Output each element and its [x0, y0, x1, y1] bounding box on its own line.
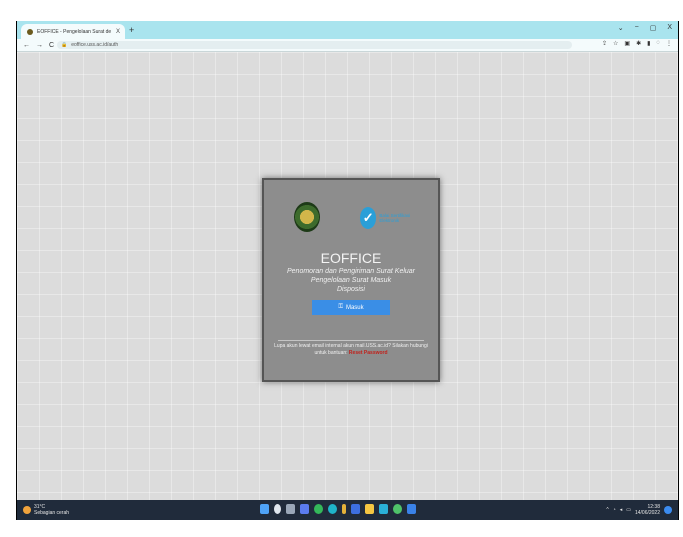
system-tray: ^ ◔ ◂ ▭ 12:38 14/06/2022 [606, 504, 672, 516]
menu-icon[interactable]: ⋮ [666, 40, 672, 47]
back-button[interactable]: ← [23, 42, 30, 49]
chrome-icon[interactable] [314, 504, 323, 514]
login-button-label: Masuk [345, 304, 364, 311]
edge-icon[interactable] [328, 504, 337, 514]
page-viewport: ✓ Balai Sertifikasi Elektronik EOFFICE P… [17, 52, 678, 500]
tab-close-button[interactable]: X [116, 29, 120, 35]
battery-icon[interactable]: ▭ [626, 507, 631, 513]
bookmark-star-icon[interactable]: ☆ [613, 40, 618, 47]
sun-icon [23, 506, 31, 514]
tab-strip: EOFFICE - Pengelolaan Surat de X + ⌄ − ▢… [17, 21, 678, 39]
taskbar-apps [260, 504, 416, 514]
subtitle-line: Penomoran dan Pengiriman Surat Keluar [286, 268, 416, 275]
sidepanel-icon[interactable]: ▮ [647, 40, 650, 47]
puzzle-icon[interactable]: ✱ [636, 40, 641, 47]
settings-icon[interactable] [407, 504, 416, 514]
weather-widget[interactable]: 31°C Sebagian cerah [23, 504, 69, 516]
bsre-logo: ✓ Balai Sertifikasi Elektronik [360, 204, 418, 232]
profile-icon[interactable]: ◌ [656, 40, 660, 47]
close-window-button[interactable]: X [667, 24, 672, 32]
subtitle-line: Pengelolaan Surat Masuk [310, 277, 392, 284]
speaker-icon[interactable]: ◂ [620, 507, 623, 513]
wifi-icon[interactable]: ◔ [613, 507, 616, 513]
app-subtitle: Penomoran dan Pengiriman Surat Keluar Pe… [264, 267, 438, 294]
maximize-button[interactable]: ▢ [650, 24, 657, 32]
tab-title: EOFFICE - Pengelolaan Surat de [37, 28, 112, 35]
mail-icon[interactable] [379, 504, 388, 514]
whatsapp-icon[interactable] [393, 504, 402, 514]
clock-date: 14/06/2022 [634, 510, 660, 516]
weather-desc: Sebagian cerah [34, 510, 70, 516]
browser-window: EOFFICE - Pengelolaan Surat de X + ⌄ − ▢… [16, 21, 679, 520]
store-icon[interactable] [351, 504, 360, 514]
browser-toolbar: ← → C 🔒 eoffice.uss.ac.id/auth ⇪ ☆ ▣ ✱ ▮… [17, 39, 678, 52]
window-controls: ⌄ − ▢ X [618, 24, 672, 32]
key-icon: ⚿ [338, 304, 343, 310]
search-icon[interactable] [274, 504, 281, 514]
subtitle-line: Disposisi [336, 286, 365, 293]
forgot-account-text: Lupa akun lewat email internal akun mail… [274, 343, 428, 357]
taskbar: 31°C Sebagian cerah ^ ◔ ◂ ▭ 12:38 14/06/… [17, 500, 678, 520]
divider [278, 340, 424, 341]
institution-seal-logo [294, 202, 320, 232]
logo-row: ✓ Balai Sertifikasi Elektronik [264, 200, 438, 234]
bsre-logo-text: Balai Sertifikasi Elektronik [379, 212, 411, 224]
browser-tab[interactable]: EOFFICE - Pengelolaan Surat de X [21, 24, 125, 39]
notification-icon[interactable] [664, 506, 672, 514]
reload-button[interactable]: C [49, 42, 54, 49]
forward-button[interactable]: → [36, 42, 43, 49]
file-explorer-icon[interactable] [365, 504, 374, 514]
minimize-button[interactable]: − [635, 24, 639, 32]
chevron-up-icon[interactable]: ^ [606, 507, 608, 513]
extension-icon[interactable]: ▣ [624, 40, 630, 47]
toolbar-icons: ⇪ ☆ ▣ ✱ ▮ ◌ ⋮ [602, 40, 672, 47]
lock-icon: 🔒 [61, 42, 68, 48]
favicon-icon [27, 28, 33, 35]
widgets-icon[interactable] [300, 504, 309, 514]
share-icon[interactable]: ⇪ [602, 40, 607, 47]
tab-search-button[interactable]: ⌄ [618, 24, 624, 32]
url-text: eoffice.uss.ac.id/auth [71, 42, 119, 48]
app-title: EOFFICE [320, 250, 382, 266]
clock[interactable]: 12:38 14/06/2022 [635, 504, 660, 516]
address-bar[interactable]: 🔒 eoffice.uss.ac.id/auth [57, 41, 572, 49]
bsre-mark-icon: ✓ [360, 207, 377, 229]
login-button[interactable]: ⚿ Masuk [312, 300, 390, 315]
app-icon[interactable] [342, 504, 346, 514]
start-icon[interactable] [260, 504, 269, 514]
task-view-icon[interactable] [286, 504, 295, 514]
reset-password-link[interactable]: Reset Password [349, 350, 388, 356]
new-tab-button[interactable]: + [129, 24, 134, 36]
login-card: ✓ Balai Sertifikasi Elektronik EOFFICE P… [262, 178, 440, 382]
